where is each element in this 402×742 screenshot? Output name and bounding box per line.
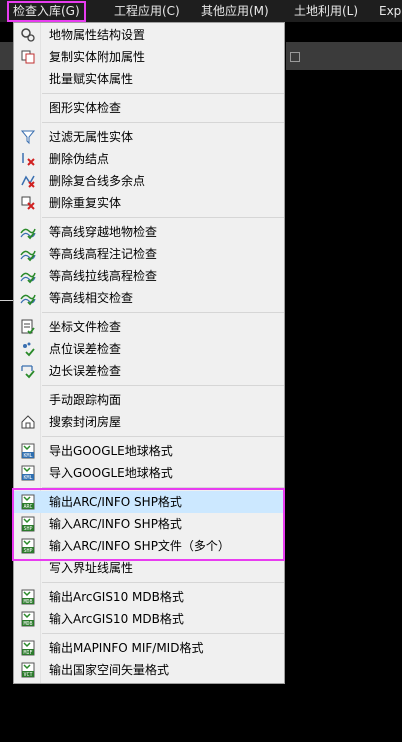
coord-file-icon <box>20 319 36 335</box>
menu-item[interactable]: 批量赋实体属性 <box>14 68 284 90</box>
menu-item-label: 复制实体附加属性 <box>49 50 146 64</box>
menu-item-label: 图形实体检查 <box>49 101 122 115</box>
check-import-dropdown-menu: 地物属性结构设置 复制实体附加属性 批量赋实体属性 图形实体检查 过滤无属性实体 删除伪结… <box>13 22 285 684</box>
menu-item-label: 输入ArcGIS10 MDB格式 <box>49 612 184 626</box>
svg-text:MDB: MDB <box>23 599 32 605</box>
menu-item-label: 边长误差检查 <box>49 364 122 378</box>
menu-item[interactable]: 边长误差检查 <box>14 360 284 382</box>
menu-item[interactable]: 点位误差检查 <box>14 338 284 360</box>
copy-icon <box>20 49 36 65</box>
menu-separator <box>42 93 284 94</box>
menu-item-label: 点位误差检查 <box>49 342 122 356</box>
edge-error-icon <box>20 363 36 379</box>
svg-text:MDB: MDB <box>23 621 32 627</box>
highlight-annotation-box <box>12 488 285 561</box>
menu-item[interactable]: KML 导出GOOGLE地球格式 <box>14 440 284 462</box>
background-drawing-line <box>0 300 14 301</box>
menu-separator <box>42 582 284 583</box>
menu-item[interactable]: MDB 输入ArcGIS10 MDB格式 <box>14 608 284 630</box>
mdb-export-icon: MDB <box>20 589 36 605</box>
menu-item-label: 等高线相交检查 <box>49 291 134 305</box>
gear-icon <box>20 27 36 43</box>
menu-item-label: 导入GOOGLE地球格式 <box>49 466 173 480</box>
background-toolbar <box>0 42 14 70</box>
menu-item-label: 导出GOOGLE地球格式 <box>49 444 173 458</box>
point-error-icon <box>20 341 36 357</box>
kml-import-icon: KML <box>20 465 36 481</box>
menu-bar: 检查入库(G) 工程应用(C) 其他应用(M) 土地利用(L) Exp <box>0 0 402 22</box>
menu-item[interactable]: 等高线相交检查 <box>14 287 284 309</box>
menu-item-label: 等高线高程注记检查 <box>49 247 158 261</box>
menu-item-label: 等高线拉线高程检查 <box>49 269 158 283</box>
menu-item[interactable]: 删除伪结点 <box>14 148 284 170</box>
menu-item[interactable]: 等高线拉线高程检查 <box>14 265 284 287</box>
menu-land-use[interactable]: 土地利用(L) <box>294 2 358 20</box>
contour-intersect-icon <box>20 290 36 306</box>
menu-item-label: 搜索封闭房屋 <box>49 415 122 429</box>
menu-item-label: 输出国家空间矢量格式 <box>49 663 170 677</box>
menu-separator <box>42 385 284 386</box>
menu-export-truncated[interactable]: Exp <box>379 2 401 20</box>
menu-item-label: 删除复合线多余点 <box>49 174 146 188</box>
menu-item[interactable]: KML 导入GOOGLE地球格式 <box>14 462 284 484</box>
menu-item-label: 过滤无属性实体 <box>49 130 134 144</box>
menu-item[interactable]: 删除复合线多余点 <box>14 170 284 192</box>
svg-text:KML: KML <box>23 475 32 481</box>
menu-item[interactable]: MDB 输出ArcGIS10 MDB格式 <box>14 586 284 608</box>
menu-item[interactable]: 坐标文件检查 <box>14 316 284 338</box>
delete-duplicate-icon <box>20 195 36 211</box>
menu-item[interactable]: 删除重复实体 <box>14 192 284 214</box>
contour-annot-icon <box>20 246 36 262</box>
svg-text:MIF: MIF <box>23 650 32 656</box>
menu-separator <box>42 217 284 218</box>
mif-export-icon: MIF <box>20 640 36 656</box>
menu-item-label: 输出ArcGIS10 MDB格式 <box>49 590 184 604</box>
mdb-import-icon: MDB <box>20 611 36 627</box>
menu-other-apps[interactable]: 其他应用(M) <box>201 2 269 20</box>
menu-item-label: 坐标文件检查 <box>49 320 122 334</box>
delete-node-icon <box>20 151 36 167</box>
contour-pull-icon <box>20 268 36 284</box>
background-toolbar-right <box>286 42 402 70</box>
house-icon <box>20 414 36 430</box>
menu-item[interactable]: 地物属性结构设置 <box>14 24 284 46</box>
menu-item-label: 写入界址线属性 <box>49 561 134 575</box>
menu-separator <box>42 122 284 123</box>
vct-export-icon: VCT <box>20 662 36 678</box>
menu-item-label: 地物属性结构设置 <box>49 28 146 42</box>
menu-item[interactable]: 过滤无属性实体 <box>14 126 284 148</box>
menu-item-label: 删除伪结点 <box>49 152 110 166</box>
menu-separator <box>42 633 284 634</box>
menu-item-label: 输出MAPINFO MIF/MID格式 <box>49 641 204 655</box>
menu-item[interactable]: 手动跟踪构面 <box>14 389 284 411</box>
menu-separator <box>42 312 284 313</box>
menu-engineering[interactable]: 工程应用(C) <box>114 2 180 20</box>
menu-item[interactable]: VCT 输出国家空间矢量格式 <box>14 659 284 681</box>
menu-check-import[interactable]: 检查入库(G) <box>7 1 86 22</box>
menu-item[interactable]: MIF 输出MAPINFO MIF/MID格式 <box>14 637 284 659</box>
menu-item[interactable]: 等高线高程注记检查 <box>14 243 284 265</box>
menu-item[interactable]: 复制实体附加属性 <box>14 46 284 68</box>
menu-item-label: 手动跟踪构面 <box>49 393 122 407</box>
background-toolbar-icon <box>290 52 300 62</box>
menu-item[interactable]: 搜索封闭房屋 <box>14 411 284 433</box>
polyline-icon <box>20 173 36 189</box>
kml-export-icon: KML <box>20 443 36 459</box>
menu-item[interactable]: 图形实体检查 <box>14 97 284 119</box>
contour-cross-icon <box>20 224 36 240</box>
menu-item[interactable]: 等高线穿越地物检查 <box>14 221 284 243</box>
menu-item-label: 等高线穿越地物检查 <box>49 225 158 239</box>
menu-item-label: 删除重复实体 <box>49 196 122 210</box>
menu-item-label: 批量赋实体属性 <box>49 72 134 86</box>
menu-separator <box>42 436 284 437</box>
svg-text:KML: KML <box>23 453 32 459</box>
svg-text:VCT: VCT <box>23 672 32 678</box>
filter-icon <box>20 129 36 145</box>
